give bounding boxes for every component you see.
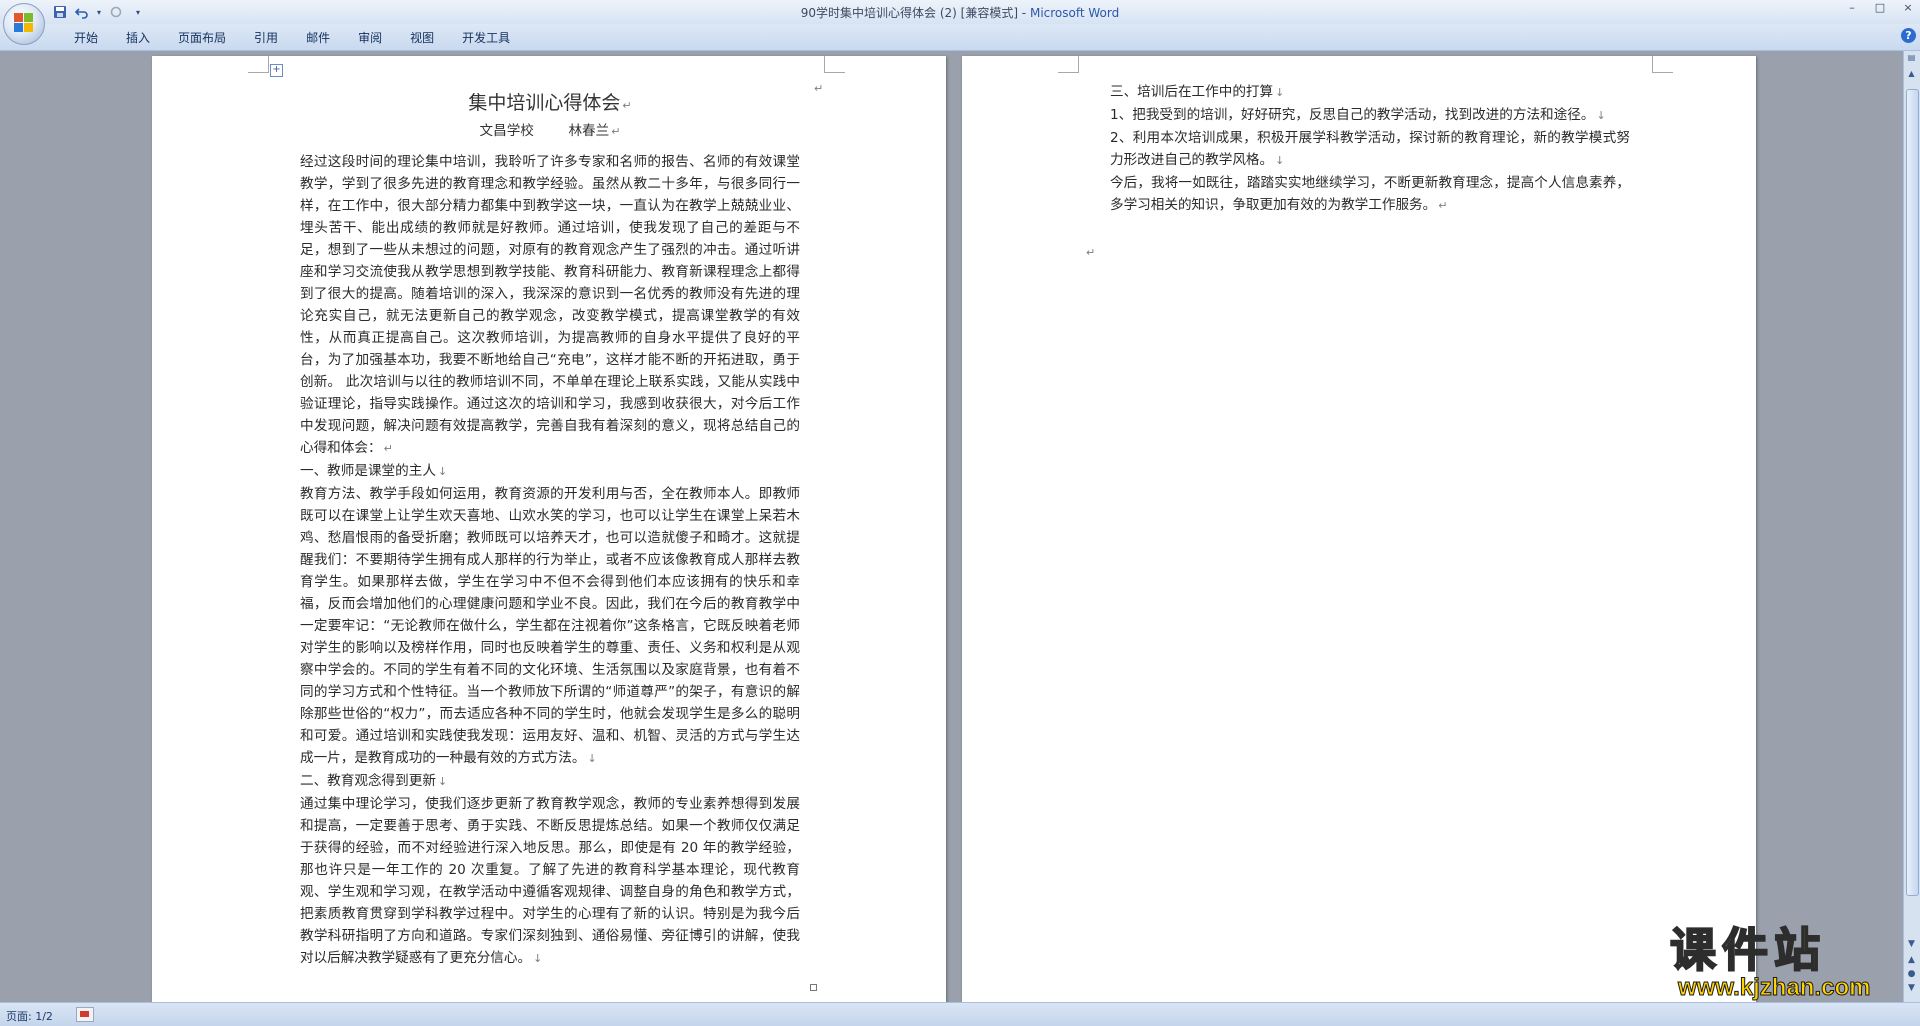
margin-corner-mark bbox=[1652, 56, 1673, 73]
tab-developer[interactable]: 开发工具 bbox=[448, 29, 524, 47]
document-title: 集中培训心得体会 ↵ bbox=[468, 92, 632, 114]
document-page-2[interactable]: 三、培训后在工作中的打算 ↓ 1、把我受到的培训，好好研究，反思自己的教学活动，找… bbox=[962, 56, 1756, 1002]
ruler-toggle-icon[interactable]: ▤ bbox=[1905, 53, 1918, 67]
close-button[interactable]: × bbox=[1900, 1, 1916, 14]
help-icon[interactable]: ? bbox=[1901, 28, 1916, 43]
section-heading: 三、培训后在工作中的打算 ↓ bbox=[1110, 84, 1285, 100]
proofing-icon[interactable] bbox=[76, 1007, 94, 1022]
office-logo-icon bbox=[14, 13, 34, 33]
document-name: 90学时集中培训心得体会 (2) [兼容模式] - bbox=[800, 6, 1030, 20]
tab-insert[interactable]: 插入 bbox=[112, 29, 164, 47]
margin-corner-mark bbox=[248, 56, 269, 73]
tab-home[interactable]: 开始 bbox=[60, 29, 112, 47]
ribbon-tabs: 开始 插入 页面布局 引用 邮件 审阅 视图 开发工具 bbox=[60, 29, 524, 47]
watermark-logo: 课件站 www.kjzhan.com bbox=[1669, 923, 1910, 1003]
move-handle-icon[interactable]: + bbox=[270, 64, 283, 77]
page-2-body: 三、培训后在工作中的打算 ↓ 1、把我受到的培训，好好研究，反思自己的教学活动，找… bbox=[1110, 81, 1630, 217]
paragraph: 通过集中理论学习，使我们逐步更新了教育教学观念，教师的专业素养想得到发展和提高，… bbox=[300, 796, 800, 966]
watermark-url-text: www.kjzhan.com bbox=[1678, 974, 1871, 1001]
list-item: 1、把我受到的培训，好好研究，反思自己的教学活动，找到改进的方法和途径。 ↓ bbox=[1110, 107, 1606, 123]
watermark-main-text: 课件站 bbox=[1669, 923, 1826, 977]
paragraph: 教育方法、教学手段如何运用，教育资源的开发利用与否，全在教师本人。即教师既可以在… bbox=[300, 486, 800, 766]
page-end-mark bbox=[810, 984, 817, 991]
document-workspace: + 集中培训心得体会 ↵ 文昌学校 林春兰 ↵ ↵ 经过这段时间的理论集中培训，我聆… bbox=[0, 51, 1904, 1002]
maximize-button[interactable]: □ bbox=[1872, 1, 1888, 14]
window-controls: – □ × bbox=[1844, 1, 1916, 14]
section-heading: 二、教育观念得到更新 ↓ bbox=[300, 773, 448, 789]
section-heading: 一、教师是课堂的主人 ↓ bbox=[300, 463, 448, 479]
minimize-button[interactable]: – bbox=[1844, 1, 1860, 14]
paragraph-mark: ↵ bbox=[814, 82, 824, 95]
margin-corner-mark bbox=[1058, 56, 1079, 73]
document-subtitle: 文昌学校 林春兰 ↵ bbox=[479, 123, 621, 139]
document-page-1[interactable]: + 集中培训心得体会 ↵ 文昌学校 林春兰 ↵ ↵ 经过这段时间的理论集中培训，我聆… bbox=[152, 56, 946, 1002]
tab-view[interactable]: 视图 bbox=[396, 29, 448, 47]
scroll-up-icon[interactable]: ▲ bbox=[1905, 69, 1918, 83]
title-bar: ▾ ▾ 90学时集中培训心得体会 (2) [兼容模式] - Microsoft … bbox=[0, 0, 1920, 24]
paragraph-mark: ↵ bbox=[1086, 246, 1096, 259]
ribbon-tab-bar: 开始 插入 页面布局 引用 邮件 审阅 视图 开发工具 ? bbox=[0, 24, 1920, 51]
tab-mailings[interactable]: 邮件 bbox=[292, 29, 344, 47]
page-1-body: 经过这段时间的理论集中培训，我聆听了许多专家和名师的报告、名师的有效课堂教学，学… bbox=[300, 151, 800, 970]
scroll-thumb[interactable] bbox=[1906, 89, 1919, 896]
window-title: 90学时集中培训心得体会 (2) [兼容模式] - Microsoft Word bbox=[0, 4, 1920, 21]
status-bar: 页面: 1/2 bbox=[0, 1002, 1920, 1026]
page-count-status[interactable]: 页面: 1/2 bbox=[6, 1008, 53, 1024]
tab-references[interactable]: 引用 bbox=[240, 29, 292, 47]
office-button[interactable] bbox=[3, 3, 45, 45]
paragraph: 经过这段时间的理论集中培训，我聆听了许多专家和名师的报告、名师的有效课堂教学，学… bbox=[300, 154, 800, 456]
list-item: 2、利用本次培训成果，积极开展学科教学活动，探讨新的教育理论，新的教学模式努力形… bbox=[1110, 130, 1630, 168]
paragraph: 今后，我将一如既往，踏踏实实地继续学习，不断更新教育理念，提高个人信息素养，多学… bbox=[1110, 175, 1630, 213]
margin-corner-mark bbox=[824, 56, 845, 73]
tab-review[interactable]: 审阅 bbox=[344, 29, 396, 47]
tab-page-layout[interactable]: 页面布局 bbox=[164, 29, 240, 47]
app-name: Microsoft Word bbox=[1029, 6, 1120, 20]
vertical-scrollbar[interactable]: ▤ ▲ ▼ ▲ ● ▼ bbox=[1903, 51, 1920, 1002]
